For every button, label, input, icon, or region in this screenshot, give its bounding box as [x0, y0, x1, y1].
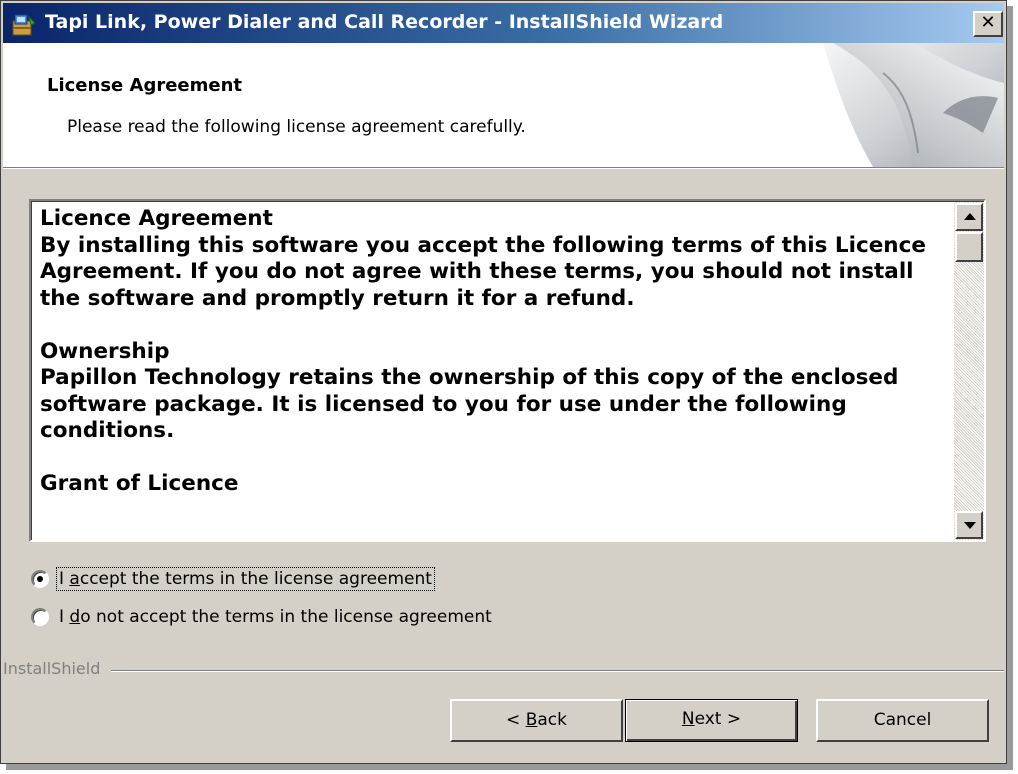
header-divider — [3, 168, 1004, 169]
cancel-button[interactable]: Cancel — [816, 699, 989, 742]
footer-divider — [111, 670, 1004, 672]
license-paragraph: Grant of Licence — [40, 471, 950, 498]
accept-terms-label[interactable]: I accept the terms in the license agreem… — [56, 567, 435, 591]
window-title: Tapi Link, Power Dialer and Call Recorde… — [45, 11, 724, 33]
installer-icon — [12, 14, 36, 36]
accept-terms-radio[interactable]: I accept the terms in the license agreem… — [31, 565, 435, 593]
license-heading: Ownership — [40, 338, 170, 364]
license-body: By installing this software you accept t… — [40, 232, 926, 311]
license-text-box[interactable]: Licence Agreement By installing this sof… — [29, 199, 986, 542]
next-button[interactable]: Next > — [625, 699, 798, 742]
curl-graphic-icon — [823, 43, 1004, 167]
license-heading: Licence Agreement — [40, 206, 273, 231]
back-button[interactable]: < Back — [450, 699, 623, 742]
page-title: License Agreement — [47, 75, 243, 96]
page-subtitle: Please read the following license agreem… — [67, 117, 526, 137]
license-paragraph: Licence Agreement By installing this sof… — [40, 206, 950, 312]
wizard-header: License Agreement Please read the follow… — [3, 43, 1004, 168]
arrow-down-icon[interactable] — [955, 511, 983, 539]
license-text-frame: Licence Agreement By installing this sof… — [31, 201, 984, 540]
decline-terms-label[interactable]: I do not accept the terms in the license… — [57, 606, 494, 628]
title-bar[interactable]: Tapi Link, Power Dialer and Call Recorde… — [3, 3, 1004, 43]
arrow-up-icon[interactable] — [955, 203, 983, 231]
vertical-scrollbar[interactable] — [954, 202, 984, 540]
radio-selected-dot — [37, 576, 43, 582]
license-heading: Grant of Licence — [40, 471, 239, 496]
license-text: Licence Agreement By installing this sof… — [40, 206, 950, 524]
radio-button[interactable] — [31, 608, 49, 626]
decline-terms-radio[interactable]: I do not accept the terms in the license… — [31, 603, 494, 631]
scrollbar-thumb[interactable] — [955, 232, 983, 262]
installer-window: Tapi Link, Power Dialer and Call Recorde… — [0, 0, 1007, 764]
radio-button[interactable] — [31, 570, 49, 588]
installshield-label: InstallShield — [3, 659, 101, 678]
license-body: Papillon Technology retains the ownershi… — [40, 365, 899, 443]
close-icon[interactable]: ✕ — [973, 11, 1003, 37]
license-paragraph: Ownership Papillon Technology retains th… — [40, 339, 950, 445]
